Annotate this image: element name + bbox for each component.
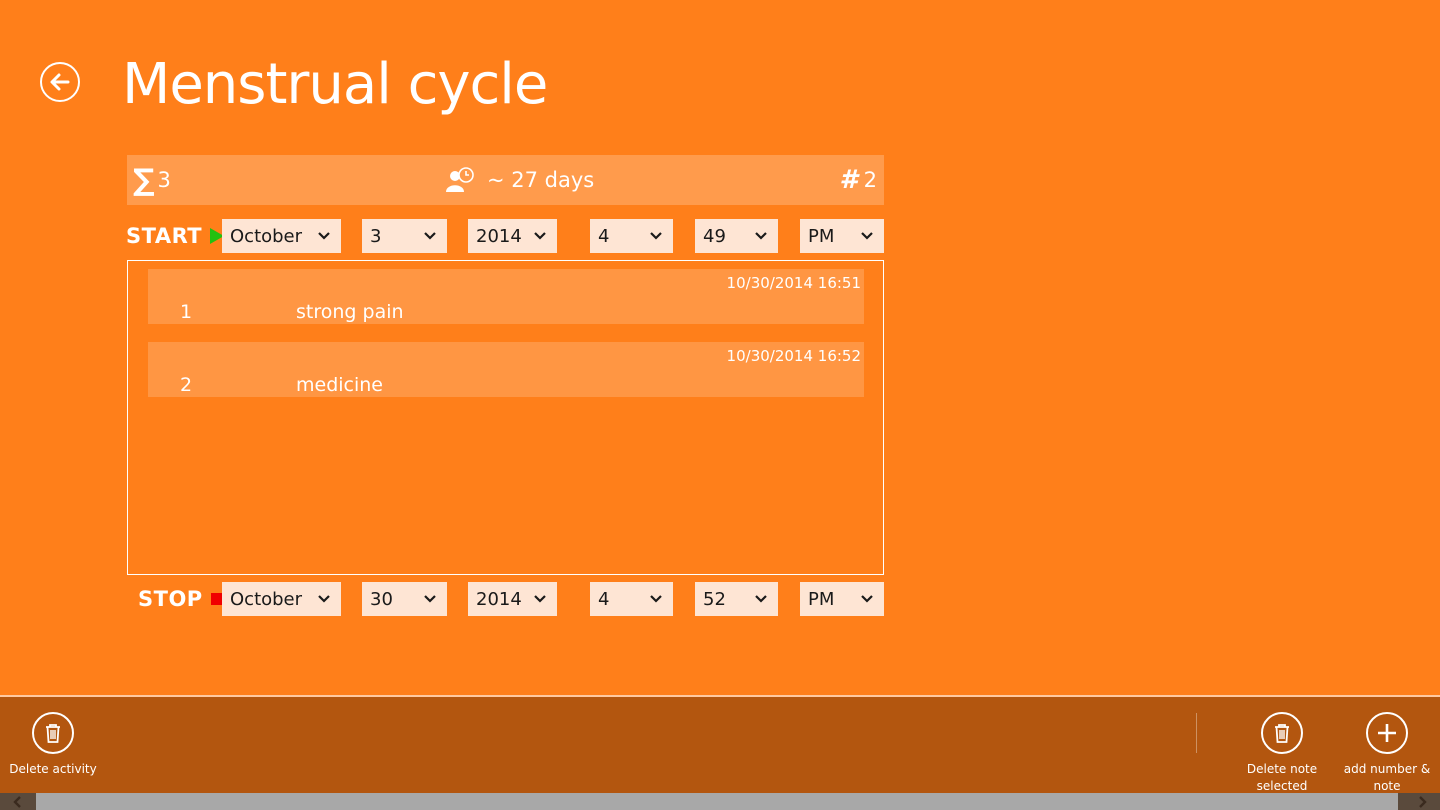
stop-marker-icon [210, 593, 223, 605]
stop-year-value: 2014 [476, 588, 522, 610]
stop-minute-value: 52 [703, 588, 726, 610]
chevron-down-icon [318, 232, 330, 240]
scroll-left-icon[interactable] [0, 793, 36, 810]
start-label-text: START [126, 224, 203, 248]
stop-label: STOP [138, 582, 223, 616]
chevron-down-icon [424, 595, 436, 603]
cycle-stat: ~ 27 days [445, 155, 594, 205]
cycle-value: ~ 27 days [487, 168, 595, 192]
delete-activity-label: Delete activity [9, 762, 97, 776]
stats-bar: ∑ 3 ~ 27 days # 2 [127, 155, 884, 205]
note-text: strong pain [296, 301, 404, 323]
chevron-down-icon [534, 595, 546, 603]
horizontal-scrollbar[interactable] [0, 793, 1440, 810]
start-minute-select[interactable]: 49 [695, 219, 778, 253]
scroll-right-icon[interactable] [1404, 793, 1440, 810]
stop-hour-value: 4 [598, 588, 610, 610]
note-date: 10/30/2014 16:52 [726, 347, 861, 365]
start-ampm-select[interactable]: PM [800, 219, 884, 253]
delete-note-circle [1261, 712, 1303, 754]
start-year-select[interactable]: 2014 [468, 219, 557, 253]
note-date: 10/30/2014 16:51 [726, 274, 861, 292]
count-value: 2 [863, 168, 877, 192]
chevron-down-icon [650, 232, 662, 240]
start-year-value: 2014 [476, 225, 522, 247]
chevron-down-icon [318, 595, 330, 603]
stop-day-value: 30 [370, 588, 393, 610]
total-stat: ∑ 3 [133, 155, 171, 205]
stop-year-select[interactable]: 2014 [468, 582, 557, 616]
cycle-icon [446, 167, 474, 192]
note-item[interactable]: 10/30/2014 16:52 2 medicine [148, 342, 864, 397]
note-number: 1 [179, 301, 193, 323]
scrollbar-thumb[interactable] [36, 793, 1398, 810]
stop-month-select[interactable]: October [222, 582, 341, 616]
app-bar-separator [1196, 713, 1197, 753]
stop-month-value: October [230, 588, 303, 610]
note-number: 2 [179, 374, 193, 396]
start-label: START [126, 219, 225, 253]
add-note-button[interactable]: add number & note [1337, 712, 1437, 795]
chevron-down-icon [534, 232, 546, 240]
plus-icon [1378, 724, 1396, 742]
trash-icon [1275, 724, 1289, 743]
chevron-down-icon [424, 232, 436, 240]
add-note-circle [1366, 712, 1408, 754]
back-button[interactable] [40, 62, 80, 102]
start-day-value: 3 [370, 225, 382, 247]
stop-hour-select[interactable]: 4 [590, 582, 673, 616]
total-value: 3 [157, 168, 171, 192]
start-minute-value: 49 [703, 225, 726, 247]
stop-ampm-value: PM [808, 588, 835, 610]
back-arrow-icon [50, 73, 70, 91]
delete-note-button[interactable]: Delete note selected [1232, 712, 1332, 795]
stop-day-select[interactable]: 30 [362, 582, 447, 616]
start-hour-select[interactable]: 4 [590, 219, 673, 253]
start-hour-value: 4 [598, 225, 610, 247]
hash-icon: # [839, 165, 858, 195]
trash-icon [46, 724, 60, 743]
delete-note-label: Delete note selected [1246, 762, 1318, 793]
chevron-down-icon [755, 595, 767, 603]
delete-activity-circle [32, 712, 74, 754]
stop-label-text: STOP [138, 587, 203, 611]
start-day-select[interactable]: 3 [362, 219, 447, 253]
start-month-select[interactable]: October [222, 219, 341, 253]
note-text: medicine [296, 374, 383, 396]
chevron-down-icon [861, 232, 873, 240]
page-title: Menstrual cycle [122, 52, 548, 117]
sigma-icon: ∑ [133, 162, 155, 198]
note-item[interactable]: 10/30/2014 16:51 1 strong pain [148, 269, 864, 324]
start-month-value: October [230, 225, 303, 247]
notes-list[interactable]: 10/30/2014 16:51 1 strong pain 10/30/201… [127, 260, 884, 575]
chevron-down-icon [650, 595, 662, 603]
delete-activity-button[interactable]: Delete activity [3, 712, 103, 778]
chevron-down-icon [755, 232, 767, 240]
stop-minute-select[interactable]: 52 [695, 582, 778, 616]
start-ampm-value: PM [808, 225, 835, 247]
stop-ampm-select[interactable]: PM [800, 582, 884, 616]
count-stat: # 2 [840, 155, 877, 205]
add-note-label: add number & note [1343, 762, 1431, 793]
chevron-down-icon [861, 595, 873, 603]
